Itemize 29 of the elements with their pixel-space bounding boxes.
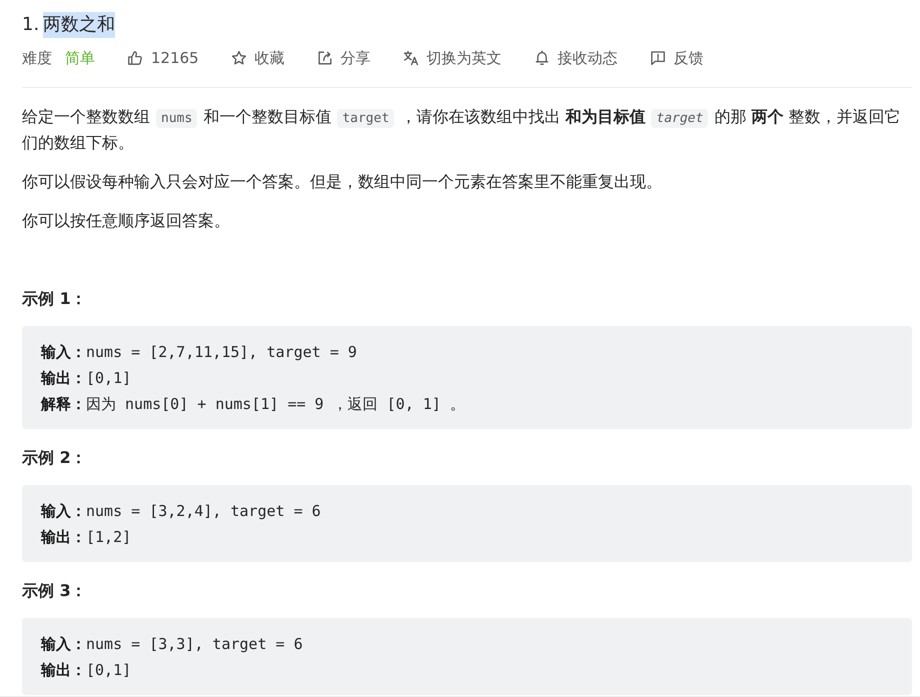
bell-icon [534, 50, 550, 66]
share-icon [316, 50, 333, 66]
example-line: 输入：nums = [3,2,4], target = 6 [41, 501, 322, 522]
like-button[interactable]: 12165 [127, 48, 199, 68]
subscribe-button[interactable]: 接收动态 [534, 48, 618, 68]
example-heading: 示例 2： [22, 447, 88, 469]
translate-button[interactable]: 切换为英文 [402, 48, 502, 68]
description-paragraph: 你可以按任意顺序返回答案。 [22, 210, 231, 232]
difficulty-value: 简单 [65, 48, 95, 68]
star-icon [230, 50, 247, 66]
example-line: 输出：[0,1] [41, 368, 132, 389]
description-paragraph: 给定一个整数数组 nums 和一个整数目标值 target ，请你在该数组中找出 和为目标值 target 的那 两个 整数，并返回它们的数组下标。 [22, 106, 902, 154]
example-line: 解释：因为 nums[0] + nums[1] == 9 ，返回 [0, 1] 。 [41, 394, 466, 415]
description-paragraph: 你可以假设每种输入只会对应一个答案。但是，数组中同一个元素在答案里不能重复出现。 [22, 171, 663, 193]
favorite-button[interactable]: 收藏 [230, 48, 285, 68]
thumbs-up-icon [127, 50, 143, 66]
problem-title: 两数之和 [43, 12, 116, 38]
difficulty-label: 难度 [22, 48, 52, 68]
example-line: 输入：nums = [2,7,11,15], target = 9 [41, 342, 358, 363]
translate-icon [402, 50, 419, 66]
problem-number: 1. [22, 13, 40, 37]
example-heading: 示例 1： [22, 288, 88, 310]
example-line: 输出：[0,1] [41, 660, 132, 681]
feedback-button[interactable]: 反馈 [650, 48, 704, 68]
example-line: 输入：nums = [3,3], target = 6 [41, 634, 304, 655]
example-heading: 示例 3： [22, 580, 88, 602]
share-button[interactable]: 分享 [316, 48, 371, 68]
example-line: 输出：[1,2] [41, 527, 132, 548]
feedback-icon [650, 50, 666, 66]
